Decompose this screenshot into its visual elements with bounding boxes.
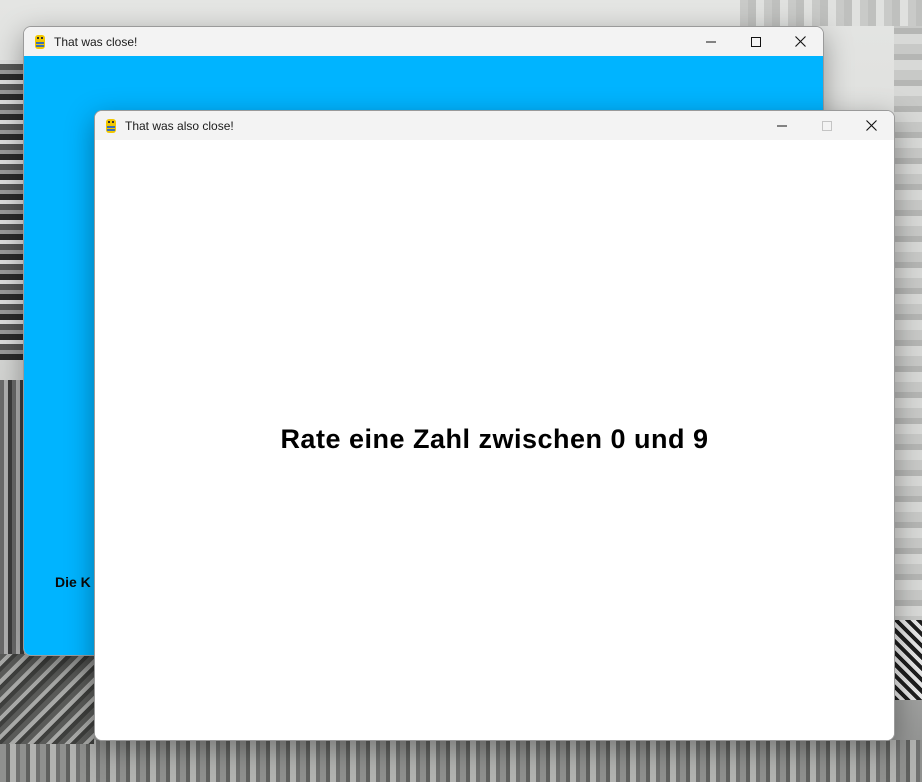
pygame-snake-icon bbox=[103, 118, 119, 134]
window-title: That was close! bbox=[54, 34, 138, 49]
pixel-art-bottom bbox=[0, 740, 922, 782]
pixel-art-right-dark bbox=[894, 620, 922, 700]
titlebar-front[interactable]: That was also close! bbox=[95, 111, 894, 140]
minimize-icon bbox=[776, 125, 787, 126]
close-button[interactable] bbox=[849, 111, 894, 140]
minimize-button[interactable] bbox=[688, 27, 733, 56]
maximize-button-disabled bbox=[804, 111, 849, 140]
pixel-art-bottom-left bbox=[0, 654, 94, 744]
close-button[interactable] bbox=[778, 27, 823, 56]
maximize-icon bbox=[821, 120, 832, 131]
partial-message: Die K bbox=[55, 574, 91, 590]
close-icon bbox=[866, 120, 877, 131]
pixel-art-top-right bbox=[740, 0, 922, 26]
guess-prompt: Rate eine Zahl zwischen 0 und 9 bbox=[280, 424, 709, 454]
pygame-snake-icon bbox=[32, 34, 48, 50]
pixel-art-left-edge bbox=[0, 60, 24, 360]
window-front[interactable]: That was also close! Rate eine Zahl zwis… bbox=[94, 110, 895, 741]
minimize-button[interactable] bbox=[759, 111, 804, 140]
titlebar-back[interactable]: That was close! bbox=[24, 27, 823, 56]
maximize-icon bbox=[750, 36, 761, 47]
minimize-icon bbox=[705, 41, 716, 42]
pixel-art-right-edge bbox=[894, 26, 922, 626]
close-icon bbox=[795, 36, 806, 47]
maximize-button[interactable] bbox=[733, 27, 778, 56]
game-canvas-front[interactable]: Rate eine Zahl zwischen 0 und 9 bbox=[95, 140, 894, 740]
window-title: That was also close! bbox=[125, 118, 234, 133]
